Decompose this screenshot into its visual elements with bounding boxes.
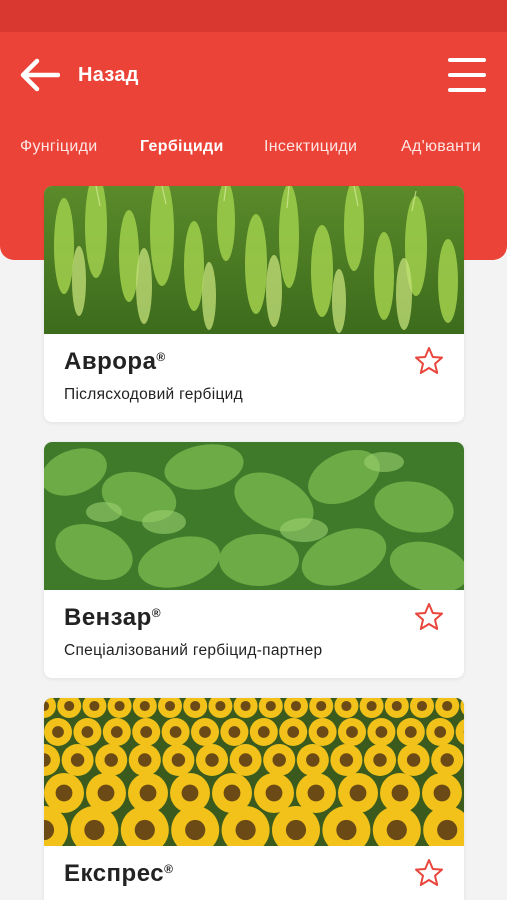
- wheat-field-image: [44, 186, 464, 334]
- tab-insecticides[interactable]: Інсектициди: [264, 138, 357, 156]
- arrow-left-icon: [20, 58, 60, 92]
- sunflower-field-image: [44, 698, 464, 846]
- product-card-venzar[interactable]: Вензар® Спеціалізований гербіцид-партнер: [44, 442, 464, 678]
- product-card-express[interactable]: Експрес®: [44, 698, 464, 900]
- product-title: Вензар®: [64, 604, 162, 631]
- star-outline-icon[interactable]: [414, 858, 444, 888]
- tab-adjuvants[interactable]: Ад'юванти: [401, 138, 481, 156]
- product-subtitle: Спеціалізований гербіцид-партнер: [64, 642, 323, 659]
- tab-herbicides[interactable]: Гербіциди: [140, 138, 224, 156]
- product-card-avrora[interactable]: Аврора® Післясходовий гербіцид: [44, 186, 464, 422]
- product-subtitle: Післясходовий гербіцид: [64, 386, 243, 403]
- star-outline-icon[interactable]: [414, 346, 444, 376]
- hamburger-menu-icon[interactable]: [446, 56, 488, 94]
- star-outline-icon[interactable]: [414, 602, 444, 632]
- sugar-beet-field-image: [44, 442, 464, 590]
- category-tabs: Фунгіциди Гербіциди Інсектициди Ад'ювант…: [0, 138, 507, 164]
- back-button[interactable]: Назад: [20, 55, 139, 95]
- status-bar: [0, 0, 507, 32]
- tab-fungicides[interactable]: Фунгіциди: [20, 138, 97, 156]
- back-label: Назад: [78, 63, 139, 86]
- product-title: Експрес®: [64, 860, 174, 887]
- product-title: Аврора®: [64, 348, 166, 375]
